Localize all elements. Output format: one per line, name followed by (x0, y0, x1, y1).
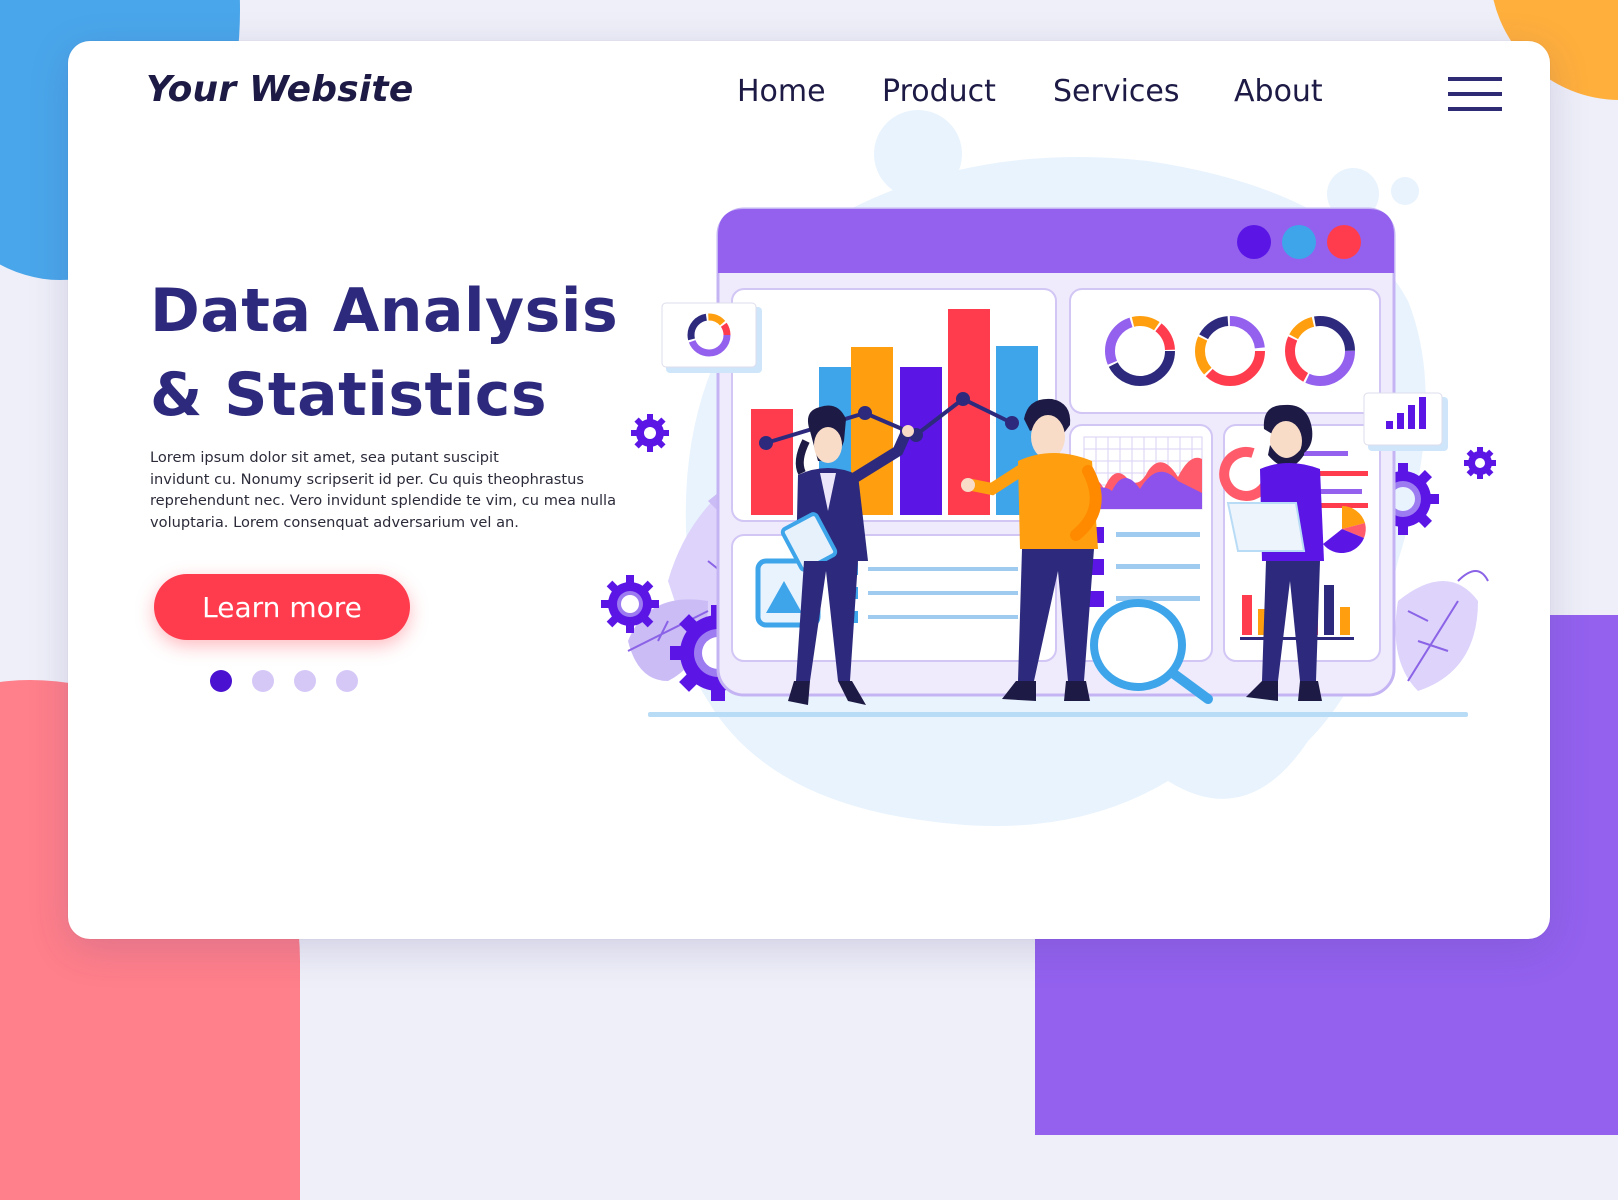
hero-description-line: Lorem ipsum dolor sit amet, sea putant s… (150, 449, 499, 466)
nav-item-about[interactable]: About (1234, 74, 1323, 109)
window-dot-purple (1237, 225, 1271, 259)
hero-title: Data Analysis & Statistics (150, 269, 710, 437)
learn-more-button[interactable]: Learn more (154, 574, 410, 640)
gear-icon (1464, 447, 1496, 479)
nav-item-services[interactable]: Services (1053, 74, 1180, 109)
hero-description-line: invidunt cu. Nonumy scripserit id per. C… (150, 470, 584, 488)
hero-title-line-2: & Statistics (150, 360, 548, 430)
gear-icon (601, 575, 659, 633)
hamburger-line (1448, 77, 1502, 81)
hero-title-line-1: Data Analysis (150, 276, 619, 346)
floating-signal-widget (1363, 392, 1448, 451)
pagination-dot[interactable] (294, 670, 316, 692)
pagination-dot[interactable] (336, 670, 358, 692)
pagination-dot[interactable] (252, 670, 274, 692)
hamburger-line (1448, 92, 1502, 96)
window-dot-blue (1282, 225, 1316, 259)
hamburger-menu-icon[interactable] (1448, 77, 1502, 113)
site-logo[interactable]: Your Website (146, 69, 413, 110)
hero-description-line: reprehendunt nec. Vero invidunt splendid… (150, 492, 617, 510)
hero-description: Lorem ipsum dolor sit amet, sea putant s… (150, 447, 620, 533)
nav-item-home[interactable]: Home (737, 74, 826, 109)
ground-line (648, 712, 1468, 717)
landing-page-card: Your Website Home Product Services About… (68, 41, 1550, 939)
hero-description-line: voluptaria. Lorem consenquat adversarium… (150, 513, 519, 531)
nav-item-product[interactable]: Product (882, 74, 996, 109)
pagination-dot-active[interactable] (210, 670, 232, 692)
window-dot-red (1327, 225, 1361, 259)
hamburger-line (1448, 107, 1502, 111)
